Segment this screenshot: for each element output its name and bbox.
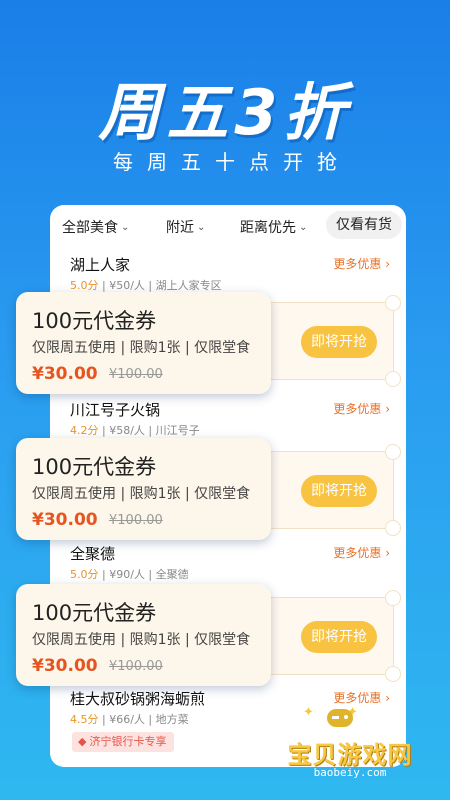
filter-nearby[interactable]: 附近 ⌄ [166, 217, 205, 237]
filter-all-food[interactable]: 全部美食 ⌄ [62, 217, 129, 237]
chevron-right-icon: › [385, 546, 390, 560]
grab-soon-button[interactable]: 即将开抢 [301, 326, 377, 358]
coupon-card[interactable]: 100元代金券 仅限周五使用 | 限购1张 | 仅限堂食 ¥30.00 ¥100… [16, 584, 271, 686]
hero-title: 周五3折 [98, 76, 352, 149]
shop-rating: 4.5分 [70, 713, 99, 726]
hero-subtitle: 每周五十点开抢 [113, 150, 351, 174]
more-deals-label: 更多优惠 [333, 402, 382, 416]
gamepad-icon [327, 709, 353, 727]
grab-soon-button[interactable]: 即将开抢 [301, 621, 377, 653]
chevron-down-icon: ⌄ [197, 221, 206, 233]
chevron-down-icon: ⌄ [121, 221, 130, 233]
coupon-original-price: ¥100.00 [109, 513, 163, 528]
shop-name: 全聚德 [70, 545, 116, 563]
coupon-price: ¥30.00 [32, 656, 98, 676]
shop-info: | ¥58/人 | 川江号子 [102, 424, 200, 437]
coupon-rules: 仅限周五使用 | 限购1张 | 仅限堂食 [32, 632, 251, 648]
coupon-original-price: ¥100.00 [109, 659, 163, 674]
filter-bar: 全部美食 ⌄ 附近 ⌄ 距离优先 ⌄ 仅看有货 [50, 205, 406, 245]
shop-meta: 4.2分 | ¥58/人 | 川江号子 [70, 422, 200, 438]
more-deals-label: 更多优惠 [333, 691, 382, 705]
coupon-title: 100元代金券 [32, 309, 157, 333]
chevron-right-icon: › [385, 402, 390, 416]
watermark-url: baobeiy.com [313, 766, 387, 779]
shop-meta: 5.0分 | ¥90/人 | 全聚德 [70, 566, 189, 582]
watermark-text: 宝贝游戏网 [287, 741, 413, 769]
shop-info: | ¥66/人 | 地方菜 [102, 713, 189, 726]
tag-icon: ◆ [78, 735, 87, 748]
coupon-card[interactable]: 100元代金券 仅限周五使用 | 限购1张 | 仅限堂食 ¥30.00 ¥100… [16, 438, 271, 540]
more-deals-link[interactable]: 更多优惠 › [333, 255, 390, 272]
more-deals-label: 更多优惠 [333, 546, 382, 560]
more-deals-link[interactable]: 更多优惠 › [333, 400, 390, 417]
shop-name: 桂大叔砂锅粥海蛎煎 [70, 690, 206, 708]
coupon-original-price: ¥100.00 [109, 367, 163, 382]
shop-rating: 5.0分 [70, 279, 99, 292]
coupon-title: 100元代金券 [32, 455, 157, 479]
coupon-card[interactable]: 100元代金券 仅限周五使用 | 限购1张 | 仅限堂食 ¥30.00 ¥100… [16, 292, 271, 394]
coupon-rules: 仅限周五使用 | 限购1张 | 仅限堂食 [32, 486, 251, 502]
coupon-rules: 仅限周五使用 | 限购1张 | 仅限堂食 [32, 340, 251, 356]
coupon-title: 100元代金券 [32, 601, 157, 625]
shop-meta: 4.5分 | ¥66/人 | 地方菜 [70, 711, 189, 727]
bank-tag-label: 济宁银行卡专享 [89, 735, 167, 748]
more-deals-link[interactable]: 更多优惠 › [333, 544, 390, 561]
filter-label: 附近 [166, 220, 194, 236]
filter-distance-first[interactable]: 距离优先 ⌄ [240, 217, 307, 237]
site-watermark: ✦ ✦ 宝贝游戏网 baobeiy.com [275, 705, 425, 785]
coupon-price: ¥30.00 [32, 364, 98, 384]
in-stock-only-toggle[interactable]: 仅看有货 [326, 211, 402, 239]
filter-label: 距离优先 [240, 220, 296, 236]
chevron-right-icon: › [385, 257, 390, 271]
chevron-down-icon: ⌄ [299, 221, 308, 233]
shop-name: 川江号子火锅 [70, 401, 161, 419]
coupon-price: ¥30.00 [32, 510, 98, 530]
shop-rating: 5.0分 [70, 568, 99, 581]
more-deals-link[interactable]: 更多优惠 › [333, 689, 390, 706]
shop-name: 湖上人家 [70, 256, 131, 274]
shop-info: | ¥90/人 | 全聚德 [102, 568, 189, 581]
filter-label: 全部美食 [62, 220, 118, 236]
more-deals-label: 更多优惠 [333, 257, 382, 271]
shop-meta: 5.0分 | ¥50/人 | 湖上人家专区 [70, 277, 222, 293]
shop-rating: 4.2分 [70, 424, 99, 437]
shop-info: | ¥50/人 | 湖上人家专区 [102, 279, 222, 292]
bank-card-tag: ◆ 济宁银行卡专享 [72, 732, 175, 752]
grab-soon-button[interactable]: 即将开抢 [301, 475, 377, 507]
chevron-right-icon: › [385, 691, 390, 705]
